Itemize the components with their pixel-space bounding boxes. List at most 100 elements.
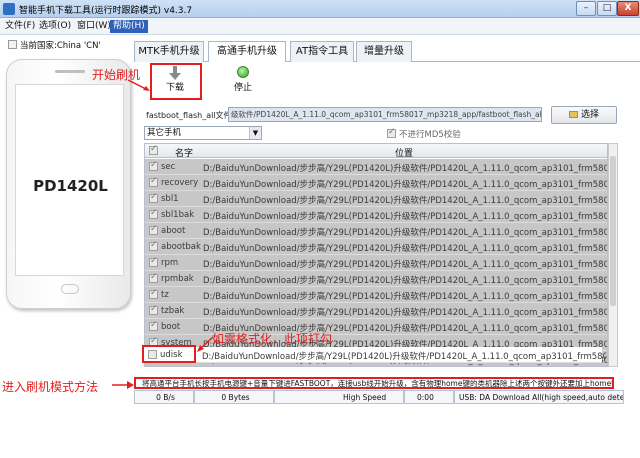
phone-type-select[interactable]: 其它手机 ▼ bbox=[144, 126, 262, 140]
row-checkbox[interactable] bbox=[149, 160, 158, 171]
tab-at-commands[interactable]: AT指令工具 bbox=[290, 41, 354, 62]
row-name: sbl1bak bbox=[161, 210, 195, 220]
tab-bar: MTK手机升级 高通手机升级 AT指令工具 增量升级 bbox=[134, 40, 640, 63]
row-path: D:/BaiduYunDownload/步步高/Y29L(PD1420L)升级软… bbox=[203, 228, 607, 238]
row-checkbox[interactable] bbox=[149, 256, 158, 267]
row-name: aboot bbox=[161, 226, 186, 236]
choose-file-button[interactable]: 选择 bbox=[551, 106, 617, 124]
instruction-tip-bar: 将高通平台手机长按手机电源键+音量下键进FASTBOOT，连接usb线开始升级，… bbox=[134, 377, 614, 389]
status-usb: USB: DA Download All(high speed,auto det… bbox=[454, 390, 624, 404]
table-row[interactable]: sbl1 D:/BaiduYunDownload/步步高/Y29L(PD1420L… bbox=[145, 191, 607, 207]
skip-md5-checkbox[interactable]: 不进行MD5校验 bbox=[387, 127, 461, 140]
row-checkbox[interactable] bbox=[149, 272, 158, 283]
row-checkbox[interactable] bbox=[149, 224, 158, 235]
format-annotation: 如需格式化，此项打勾 bbox=[212, 332, 333, 346]
current-country-label: 当前国家:China 'CN' bbox=[20, 41, 101, 51]
stop-label: 停止 bbox=[233, 83, 252, 93]
row-checkbox[interactable] bbox=[149, 320, 158, 331]
row-path: D:/BaiduYunDownload/步步高/Y29L(PD1420L)升级软… bbox=[203, 308, 607, 318]
table-row[interactable]: rpm D:/BaiduYunDownload/步步高/Y29L(PD1420L)… bbox=[145, 255, 607, 271]
minimize-button[interactable]: – bbox=[576, 1, 596, 16]
row-name: boot bbox=[161, 322, 181, 332]
chevron-down-icon[interactable]: ▼ bbox=[249, 127, 261, 139]
current-country: 当前国家:China 'CN' bbox=[8, 39, 101, 51]
window-bottom-area bbox=[0, 408, 640, 458]
window-title: 智能手机下载工具(运行时跟踪模式) v4.3.7 bbox=[19, 6, 193, 16]
row-checkbox[interactable] bbox=[149, 304, 158, 315]
phone-screen: PD1420L bbox=[15, 84, 124, 276]
arrow-icon bbox=[127, 79, 150, 91]
row-name: abootbak bbox=[161, 242, 201, 252]
row-checkbox[interactable] bbox=[149, 192, 158, 203]
stop-icon bbox=[237, 66, 249, 78]
menu-options[interactable]: 选项(O) bbox=[36, 20, 74, 33]
table-row[interactable]: aboot D:/BaiduYunDownload/步步高/Y29L(PD1420… bbox=[145, 223, 607, 239]
table-row[interactable]: sbl1bak D:/BaiduYunDownload/步步高/Y29L(PD14… bbox=[145, 207, 607, 223]
maximize-button[interactable]: □ bbox=[597, 1, 617, 16]
scrollbar-thumb[interactable] bbox=[610, 156, 616, 306]
close-button[interactable]: X bbox=[617, 1, 639, 16]
phone-model-label: PD1420L bbox=[33, 177, 108, 195]
flash-file-label: fastboot_flash_all文件 bbox=[146, 111, 232, 120]
row-name: tz bbox=[161, 290, 169, 300]
table-row[interactable]: sec D:/BaiduYunDownload/步步高/Y29L(PD1420L)… bbox=[145, 159, 607, 175]
header-name: 名字 bbox=[175, 149, 194, 159]
row-name: sbl1 bbox=[161, 194, 179, 204]
status-speed: 0 B/s bbox=[134, 390, 194, 404]
table-row[interactable]: tz D:/BaiduYunDownload/步步高/Y29L(PD1420L)升… bbox=[145, 287, 607, 303]
row-path: D:/BaiduYunDownload/步步高/Y29L(PD1420L)升级软… bbox=[203, 260, 607, 270]
stop-button[interactable]: 停止 bbox=[228, 66, 258, 100]
status-mode: High Speed bbox=[274, 390, 404, 404]
table-row[interactable]: abootbakD:/BaiduYunDownload/步步高/Y29L(PD1… bbox=[145, 239, 607, 255]
phone-type-value: 其它手机 bbox=[147, 128, 182, 138]
row-path: D:/BaiduYunDownload/步步高/Y29L(PD1420L)升级软… bbox=[203, 292, 607, 302]
select-all-checkbox[interactable] bbox=[149, 144, 158, 155]
status-time: 0:00 bbox=[404, 390, 454, 404]
phone-speaker bbox=[55, 70, 85, 73]
tab-mtk[interactable]: MTK手机升级 bbox=[134, 41, 204, 62]
menu-help[interactable]: 帮助(H) bbox=[110, 20, 148, 33]
row-checkbox[interactable] bbox=[149, 288, 158, 299]
row-checkbox[interactable] bbox=[149, 240, 158, 251]
tab-qualcomm[interactable]: 高通手机升级 bbox=[208, 41, 286, 63]
row-path: D:/BaiduYunDownload/步步高/Y29L(PD1420L)升级软… bbox=[203, 276, 607, 286]
row-path: D:/BaiduYunDownload/步步高/Y29L(PD1420L)升级软… bbox=[203, 164, 607, 174]
tab-incremental[interactable]: 增量升级 bbox=[356, 41, 412, 62]
status-bytes: 0 Bytes bbox=[194, 390, 274, 404]
row-path: D:/BaiduYunDownload/步步高/Y29L(PD1420L)升级软… bbox=[203, 212, 607, 222]
folder-icon bbox=[568, 111, 578, 118]
row-checkbox[interactable] bbox=[149, 176, 158, 187]
table-scrollbar[interactable] bbox=[608, 143, 618, 367]
row-checkbox[interactable] bbox=[149, 208, 158, 219]
enter-mode-annotation: 进入刷机模式方法 bbox=[2, 380, 99, 394]
skip-md5-label: 不进行MD5校验 bbox=[399, 130, 461, 140]
app-icon bbox=[3, 3, 15, 15]
row-path: D:/BaiduYunDownload/步步高/Y29L(PD1420L)升级软… bbox=[203, 180, 607, 190]
row-name: rpm bbox=[161, 258, 179, 268]
row-path: D:/BaiduYunDownload/步步高/Y29L(PD1420L)升级软… bbox=[202, 352, 606, 362]
table-row[interactable]: tzbak D:/BaiduYunDownload/步步高/Y29L(PD1420… bbox=[145, 303, 607, 319]
udisk-highlight-box bbox=[142, 345, 196, 363]
table-row[interactable]: rpmbak D:/BaiduYunDownload/步步高/Y29L(PD142… bbox=[145, 271, 607, 287]
flash-file-path-field[interactable]: 级软件/PD1420L_A_1.11.0_qcom_ap3101_frm5801… bbox=[228, 107, 542, 122]
header-location: 位置 bbox=[395, 149, 414, 159]
download-highlight-box bbox=[150, 63, 202, 100]
arrow-icon bbox=[112, 381, 134, 389]
table-header: 名字 位置 bbox=[145, 144, 607, 159]
title-bar: 智能手机下载工具(运行时跟踪模式) v4.3.7 – □ X bbox=[0, 0, 640, 18]
globe-icon bbox=[8, 40, 17, 49]
row-name: tzbak bbox=[161, 306, 185, 316]
menu-window[interactable]: 窗口(W) bbox=[74, 20, 114, 33]
table-row[interactable]: recovery D:/BaiduYunDownload/步步高/Y29L(PD1… bbox=[145, 175, 607, 191]
row-name: sec bbox=[161, 162, 176, 172]
menu-file[interactable]: 文件(F) bbox=[2, 20, 38, 33]
checkbox-icon[interactable] bbox=[387, 127, 396, 138]
row-name: recovery bbox=[161, 178, 199, 188]
phone-home-button bbox=[61, 284, 79, 294]
menu-bar: 文件(F) 选项(O) 窗口(W) 帮助(H) bbox=[0, 18, 640, 35]
row-path: D:/BaiduYunDownload/步步高/Y29L(PD1420L)升级软… bbox=[203, 244, 607, 254]
row-name: rpmbak bbox=[161, 274, 194, 284]
row-path: D:/BaiduYunDownload/步步高/Y29L(PD1420L)升级软… bbox=[203, 196, 607, 206]
choose-file-label: 选择 bbox=[580, 110, 599, 120]
status-bar: 0 B/s 0 Bytes High Speed 0:00 USB: DA Do… bbox=[134, 390, 624, 404]
